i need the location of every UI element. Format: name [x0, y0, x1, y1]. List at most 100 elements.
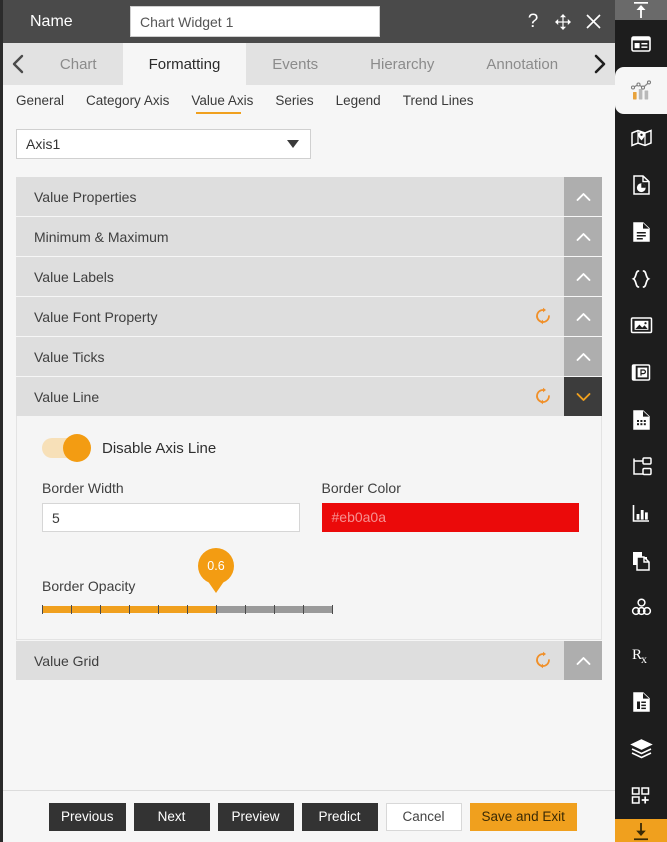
subtab-value-axis[interactable]: Value Axis	[191, 93, 253, 114]
subtab-trend-lines[interactable]: Trend Lines	[403, 93, 474, 109]
subtab-legend[interactable]: Legend	[336, 93, 381, 109]
document-pie-icon	[632, 174, 650, 195]
chevron-up-icon[interactable]	[564, 257, 602, 296]
export-button[interactable]	[615, 819, 667, 842]
accordion-header-value-labels[interactable]: Value Labels	[16, 257, 602, 296]
rail-item-document-grid[interactable]	[615, 396, 667, 443]
refresh-reset-icon[interactable]	[534, 307, 552, 325]
chevron-up-icon[interactable]	[564, 177, 602, 216]
rail-item-copy-page[interactable]	[615, 537, 667, 584]
map-pin-icon	[630, 128, 652, 147]
accordion-section-value-labels: Value Labels	[16, 257, 602, 296]
rail-item-document-book[interactable]	[615, 678, 667, 725]
rail-item-json[interactable]	[615, 255, 667, 302]
prescription-rx-icon: R x	[632, 647, 647, 666]
rail-item-bar-chart[interactable]	[615, 490, 667, 537]
rail-item-prescription[interactable]: R x	[615, 631, 667, 678]
question-mark-icon[interactable]: ?	[523, 12, 543, 31]
arrow-up-to-bar-icon	[634, 2, 648, 18]
bar-chart-axis-icon	[632, 505, 649, 522]
hierarchy-tree-icon	[632, 457, 652, 476]
rail-item-add-widget[interactable]	[615, 772, 667, 819]
next-button[interactable]: Next	[133, 802, 210, 831]
dialog-panel: Name ?	[0, 0, 615, 842]
refresh-reset-icon[interactable]	[534, 651, 552, 669]
name-label: Name	[30, 12, 73, 30]
tab-hierarchy[interactable]: Hierarchy	[344, 43, 460, 85]
accordion-title: Value Ticks	[34, 348, 105, 365]
disable-axis-line-toggle[interactable]	[42, 434, 91, 462]
previous-button[interactable]: Previous	[49, 802, 126, 831]
chevron-up-icon[interactable]	[564, 337, 602, 376]
border-opacity-slider[interactable]	[42, 605, 333, 614]
main-tabs: Chart Formatting Events Hierarchy Annota…	[34, 43, 584, 85]
collapse-panel-button[interactable]	[615, 0, 667, 20]
subtab-series[interactable]: Series	[275, 93, 313, 109]
tab-scroll-right-button[interactable]	[584, 43, 615, 85]
rail-item-layers[interactable]	[615, 725, 667, 772]
formatting-subtabs: General Category Axis Value Axis Series …	[3, 85, 615, 117]
document-book-icon	[632, 691, 650, 712]
axis-selector[interactable]: Axis1	[16, 129, 311, 159]
border-opacity-label: Border Opacity	[42, 578, 136, 594]
value-axis-settings-body: Axis1 Value Properties Minimum & Maximum…	[3, 117, 615, 790]
border-width-label: Border Width	[42, 480, 124, 496]
accordion-header-value-properties[interactable]: Value Properties	[16, 177, 602, 216]
rail-item-report-pie[interactable]	[615, 161, 667, 208]
rail-item-cubes[interactable]	[615, 584, 667, 631]
tab-chart[interactable]: Chart	[34, 43, 123, 85]
axis-selector-value[interactable]: Axis1	[16, 129, 311, 159]
widget-name-input[interactable]	[130, 6, 380, 37]
rail-item-chart[interactable]	[615, 67, 667, 114]
tab-events[interactable]: Events	[246, 43, 344, 85]
accordion-title: Value Labels	[34, 268, 114, 285]
refresh-reset-icon[interactable]	[534, 387, 552, 405]
curly-braces-icon	[631, 269, 651, 288]
border-color-input[interactable]: #eb0a0a	[321, 503, 579, 532]
slider-ticks	[42, 605, 333, 614]
rail-item-calendar-note[interactable]	[615, 349, 667, 396]
dialog-titlebar: Name ?	[3, 0, 615, 43]
dialog-footer: Previous Next Preview Predict Cancel Sav…	[3, 790, 615, 842]
accordion-section-minimum-maximum: Minimum & Maximum	[16, 217, 602, 256]
rail-item-document[interactable]	[615, 208, 667, 255]
calendar-note-icon	[631, 364, 651, 381]
document-text-icon	[632, 221, 650, 242]
accordion-header-value-ticks[interactable]: Value Ticks	[16, 337, 602, 376]
accordion-section-value-ticks: Value Ticks	[16, 337, 602, 376]
cancel-button[interactable]: Cancel	[385, 802, 462, 831]
value-line-panel: Disable Axis Line Border Width Border Co…	[16, 416, 602, 640]
chart-bar-line-icon	[630, 79, 652, 99]
tab-annotation[interactable]: Annotation	[460, 43, 584, 85]
save-and-exit-button[interactable]: Save and Exit	[469, 802, 577, 831]
accordion-section-value-font-property: Value Font Property	[16, 297, 602, 336]
close-icon[interactable]	[585, 13, 605, 30]
accordion-title: Minimum & Maximum	[34, 228, 169, 245]
accordion-header-value-grid[interactable]: Value Grid	[16, 641, 602, 680]
accordion-section-value-grid: Value Grid	[16, 641, 602, 680]
chevron-down-icon[interactable]	[564, 377, 602, 416]
accordion-header-value-line[interactable]: Value Line	[16, 377, 602, 416]
accordion-header-minimum-maximum[interactable]: Minimum & Maximum	[16, 217, 602, 256]
disable-axis-line-row: Disable Axis Line	[42, 434, 579, 462]
subtab-category-axis[interactable]: Category Axis	[86, 93, 169, 109]
chevron-up-icon[interactable]	[564, 641, 602, 680]
chevron-up-icon[interactable]	[564, 297, 602, 336]
border-fields-row: Border Width Border Color #eb0a0a	[42, 480, 579, 532]
accordion-title: Value Font Property	[34, 308, 158, 325]
chevron-up-icon[interactable]	[564, 217, 602, 256]
rail-item-hierarchy[interactable]	[615, 443, 667, 490]
rail-item-image[interactable]	[615, 302, 667, 349]
accordion-title: Value Line	[34, 388, 100, 405]
tab-formatting[interactable]: Formatting	[122, 43, 247, 85]
rail-item-widget-layout[interactable]	[615, 20, 667, 67]
subtab-general[interactable]: General	[16, 93, 64, 109]
border-width-field: Border Width	[42, 480, 300, 532]
rail-item-map[interactable]	[615, 114, 667, 161]
preview-button[interactable]: Preview	[217, 802, 294, 831]
accordion-header-value-font-property[interactable]: Value Font Property	[16, 297, 602, 336]
tab-scroll-left-button[interactable]	[3, 43, 34, 85]
border-width-input[interactable]	[42, 503, 300, 532]
move-arrows-icon[interactable]	[554, 13, 574, 31]
predict-button[interactable]: Predict	[301, 802, 378, 831]
